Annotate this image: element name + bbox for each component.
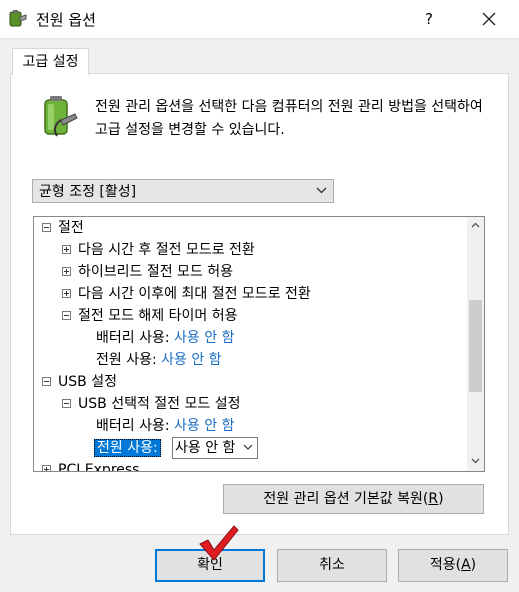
tree-item-wake-plugged[interactable]: 전원 사용: 사용 안 함 (96, 349, 222, 371)
power-plan-value: 균형 조정 [활성] (39, 184, 137, 200)
title-bar: 전원 옵션 ? (0, 0, 519, 39)
expand-icon[interactable] (42, 465, 51, 471)
cancel-button[interactable]: 취소 (277, 549, 387, 582)
checkmark-icon (199, 525, 239, 561)
expand-icon[interactable] (62, 267, 71, 276)
scrollbar-thumb[interactable] (469, 300, 482, 392)
tree-item-usb-battery[interactable]: 배터리 사용: 사용 안 함 (96, 415, 234, 437)
tab-advanced-settings[interactable]: 고급 설정 (12, 48, 89, 75)
restore-defaults-button[interactable]: 전원 관리 옵션 기본값 복원(R) (223, 484, 484, 514)
apply-button[interactable]: 적용(A) (398, 549, 508, 582)
help-button[interactable]: ? (404, 0, 454, 38)
wake-battery-value[interactable]: 사용 안 함 (174, 330, 234, 346)
scroll-up-icon[interactable] (471, 222, 480, 228)
window-title: 전원 옵션 (36, 11, 96, 29)
tree-item-sleep-after[interactable]: 다음 시간 후 절전 모드로 전환 (58, 239, 255, 261)
tree-item-hibernate-after[interactable]: 다음 시간 이후에 최대 절전 모드로 전환 (58, 283, 311, 305)
expand-icon[interactable] (62, 245, 71, 254)
tree-item-wake-battery[interactable]: 배터리 사용: 사용 안 함 (96, 327, 234, 349)
settings-tree[interactable]: 절전 다음 시간 후 절전 모드로 전환 하이브리드 절전 모드 허용 다음 시… (33, 216, 485, 472)
tree-item-usb-selective-suspend[interactable]: USB 선택적 절전 모드 설정 (58, 393, 240, 415)
scroll-down-icon[interactable] (471, 458, 480, 464)
power-plan-dropdown[interactable]: 균형 조정 [활성] (32, 179, 334, 203)
tree-item-usb-settings[interactable]: USB 설정 (38, 371, 117, 393)
usb-plugged-dropdown[interactable]: 사용 안 함 (172, 437, 258, 459)
usb-plugged-label: 전원 사용: (94, 439, 161, 457)
collapse-icon[interactable] (62, 311, 71, 320)
collapse-icon[interactable] (42, 377, 51, 386)
power-options-icon (9, 10, 27, 27)
tree-item-hybrid-sleep[interactable]: 하이브리드 절전 모드 허용 (58, 261, 233, 283)
close-button[interactable] (465, 0, 515, 38)
tree-item-pci-express[interactable]: PCI Express (38, 459, 139, 471)
chevron-down-icon (243, 444, 253, 450)
advanced-settings-panel: 전원 관리 옵션을 선택한 다음 컴퓨터의 전원 관리 방법을 선택하여 고급 … (10, 73, 509, 535)
close-icon (482, 12, 496, 26)
tree-scrollbar[interactable] (467, 217, 484, 471)
tree-item-sleep[interactable]: 절전 (38, 217, 84, 239)
chevron-down-icon (316, 187, 327, 194)
tree-item-wake-timers[interactable]: 절전 모드 해제 타이머 허용 (58, 305, 237, 327)
collapse-icon[interactable] (42, 223, 51, 232)
wake-plugged-value[interactable]: 사용 안 함 (161, 352, 221, 368)
collapse-icon[interactable] (62, 399, 71, 408)
usb-battery-value[interactable]: 사용 안 함 (174, 418, 234, 434)
battery-plug-icon (44, 96, 78, 137)
description-text: 전원 관리 옵션을 선택한 다음 컴퓨터의 전원 관리 방법을 선택하여 고급 … (95, 99, 483, 138)
expand-icon[interactable] (62, 289, 71, 298)
tree-item-usb-plugged[interactable]: 전원 사용: 사용 안 함 (94, 437, 274, 459)
